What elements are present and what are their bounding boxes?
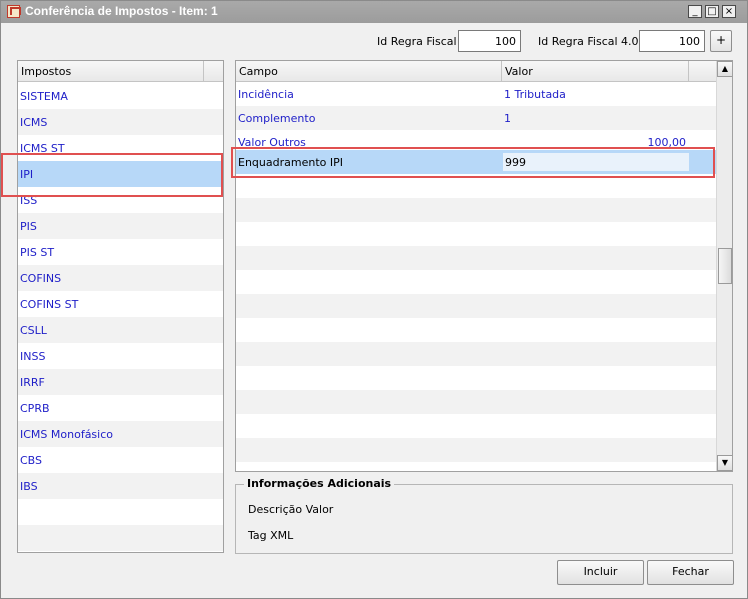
impostos-list[interactable]: Impostos SISTEMA ICMS ICMS ST IPI ISS PIS PIS … <box>17 60 224 553</box>
id-regra-fiscal-input[interactable]: 100 <box>458 30 521 52</box>
grid-vertical-scrollbar[interactable]: ▲ ▼ <box>716 61 732 471</box>
tax-list-item[interactable]: PIS ST <box>18 239 223 265</box>
ipi-highlight-box <box>1 153 223 197</box>
tag-xml-label: Tag XML <box>248 529 294 542</box>
incluir-button[interactable]: Incluir <box>557 560 644 585</box>
tax-list-item[interactable]: IRRF <box>18 369 223 395</box>
id-regra-fiscal-40-label: Id Regra Fiscal 4.0 <box>538 35 639 48</box>
scroll-down-arrow-icon[interactable]: ▼ <box>717 455 732 471</box>
maximize-button[interactable]: □ <box>705 5 719 18</box>
enquadramento-highlight-box <box>231 147 715 178</box>
group-title: Informações Adicionais <box>244 477 395 490</box>
tax-list-item[interactable]: CPRB <box>18 395 223 421</box>
app-home-icon <box>7 5 21 18</box>
tax-list-item[interactable]: SISTEMA <box>18 83 223 109</box>
tax-list-empty-row <box>18 499 223 525</box>
column-header-valor[interactable]: Valor <box>502 61 689 82</box>
tax-list-item[interactable]: CSLL <box>18 317 223 343</box>
id-regra-fiscal-40-input[interactable]: 100 <box>639 30 705 52</box>
tax-list-item[interactable]: COFINS <box>18 265 223 291</box>
descricao-valor-label: Descrição Valor <box>248 503 334 516</box>
scroll-thumb[interactable] <box>718 248 732 284</box>
tax-list-item[interactable]: CBS <box>18 447 223 473</box>
cell-valor[interactable]: 1 <box>504 112 511 125</box>
grid-empty-row <box>236 198 716 222</box>
tax-list-item[interactable]: ICMS <box>18 109 223 135</box>
cell-campo: Complemento <box>238 112 316 125</box>
close-button[interactable]: × <box>722 5 736 18</box>
grid-empty-row <box>236 246 716 270</box>
scroll-up-arrow-icon[interactable]: ▲ <box>717 61 732 77</box>
tax-list-item[interactable]: ICMS Monofásico <box>18 421 223 447</box>
impostos-column-header[interactable]: Impostos <box>18 61 204 82</box>
tax-list-empty-row <box>18 525 223 551</box>
minimize-button[interactable]: _ <box>688 5 702 18</box>
impostos-header-filler <box>204 61 223 82</box>
column-header-campo[interactable]: Campo <box>236 61 502 82</box>
tax-list-item[interactable]: IBS <box>18 473 223 499</box>
title-bar[interactable]: Conferência de Impostos - Item: 1 _ □ × <box>1 1 747 23</box>
grid-empty-row <box>236 294 716 318</box>
conferencia-impostos-window: Conferência de Impostos - Item: 1 _ □ × … <box>0 0 748 599</box>
grid-header-filler <box>689 61 716 82</box>
incluir-button-label: Incluir <box>583 565 618 578</box>
campos-grid[interactable]: Campo Valor Incidência 1 Tributada Compl… <box>235 60 733 472</box>
fechar-button[interactable]: Fechar <box>647 560 734 585</box>
fechar-button-label: Fechar <box>672 565 709 578</box>
grid-empty-row <box>236 438 716 462</box>
tax-list-empty-row <box>18 551 223 552</box>
grid-empty-row <box>236 390 716 414</box>
grid-row[interactable]: Incidência 1 Tributada <box>236 82 716 106</box>
cell-valor[interactable]: 1 Tributada <box>504 88 566 101</box>
tax-list-item[interactable]: INSS <box>18 343 223 369</box>
grid-empty-row <box>236 342 716 366</box>
window-title: Conferência de Impostos - Item: 1 <box>25 4 218 18</box>
tax-list-item[interactable]: COFINS ST <box>18 291 223 317</box>
id-regra-fiscal-label: Id Regra Fiscal <box>377 35 457 48</box>
informacoes-adicionais-group: Informações Adicionais Descrição Valor T… <box>235 477 733 554</box>
cell-campo: Incidência <box>238 88 294 101</box>
grid-row[interactable]: Complemento 1 <box>236 106 716 130</box>
tax-list-item[interactable]: PIS <box>18 213 223 239</box>
add-button[interactable]: + <box>710 30 732 52</box>
